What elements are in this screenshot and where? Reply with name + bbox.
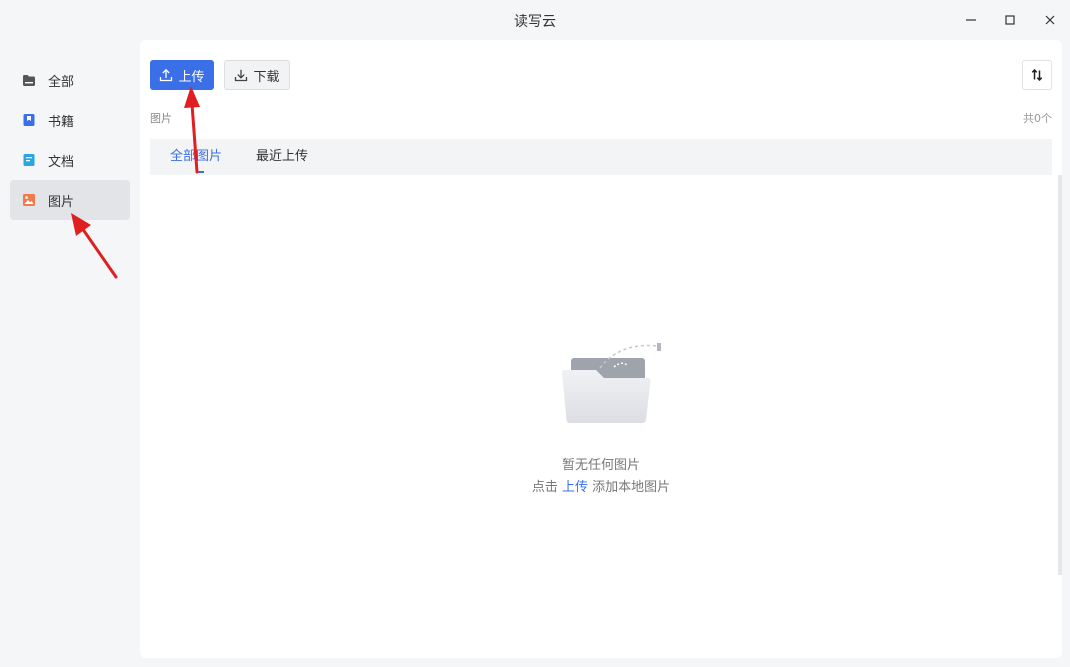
sidebar-item-label: 图片 <box>48 194 75 210</box>
download-icon <box>235 69 248 82</box>
sidebar: 全部 书籍 文档 图片 <box>10 60 130 220</box>
main-panel: 上传 下载 图片 共0个 全部图片 最近上传 暂无任何图片 点击 上传 添加本地… <box>140 40 1062 658</box>
document-icon <box>23 154 35 166</box>
sidebar-item-documents[interactable]: 文档 <box>10 140 130 180</box>
item-count: 共0个 <box>1023 112 1052 125</box>
empty-hint-suffix: 添加本地图片 <box>592 480 671 495</box>
folder-icon <box>23 75 35 86</box>
arrow-to-images-item <box>71 213 118 279</box>
empty-folder-icon <box>562 343 661 423</box>
window-title: 读写云 <box>514 14 556 30</box>
book-icon <box>23 114 35 126</box>
tab-bar: 全部图片 最近上传 <box>150 139 1052 175</box>
maximize-icon <box>1005 15 1015 25</box>
sidebar-item-label: 全部 <box>48 74 75 90</box>
image-icon <box>23 194 35 206</box>
empty-upload-link[interactable]: 上传 <box>562 480 588 495</box>
upload-label: 上传 <box>178 69 205 85</box>
breadcrumb: 图片 <box>150 112 172 125</box>
download-button[interactable]: 下载 <box>224 60 290 90</box>
download-label: 下载 <box>253 69 280 85</box>
active-tab-indicator <box>196 171 204 173</box>
maximize-button[interactable] <box>998 8 1022 32</box>
close-icon <box>1045 15 1055 25</box>
minimize-button[interactable] <box>959 8 983 32</box>
scrollbar[interactable] <box>1058 175 1062 575</box>
sidebar-item-label: 书籍 <box>48 114 75 130</box>
upload-button[interactable]: 上传 <box>150 60 214 90</box>
sidebar-item-images[interactable]: 图片 <box>10 180 130 220</box>
empty-state-hint: 点击 上传 添加本地图片 <box>140 476 1062 495</box>
tab-recent-uploads[interactable]: 最近上传 <box>256 139 308 175</box>
title-bar: 读写云 <box>0 0 1070 40</box>
sidebar-item-label: 文档 <box>48 154 75 170</box>
sidebar-item-all[interactable]: 全部 <box>10 60 130 100</box>
empty-state-title: 暂无任何图片 <box>561 458 640 473</box>
sort-button[interactable] <box>1022 60 1052 90</box>
close-button[interactable] <box>1038 8 1062 32</box>
empty-hint-prefix: 点击 <box>531 480 558 495</box>
upload-icon <box>160 68 173 82</box>
minimize-icon <box>966 19 976 21</box>
sort-icon <box>1031 69 1043 81</box>
sidebar-item-books[interactable]: 书籍 <box>10 100 130 140</box>
tab-all-images[interactable]: 全部图片 <box>170 139 222 175</box>
